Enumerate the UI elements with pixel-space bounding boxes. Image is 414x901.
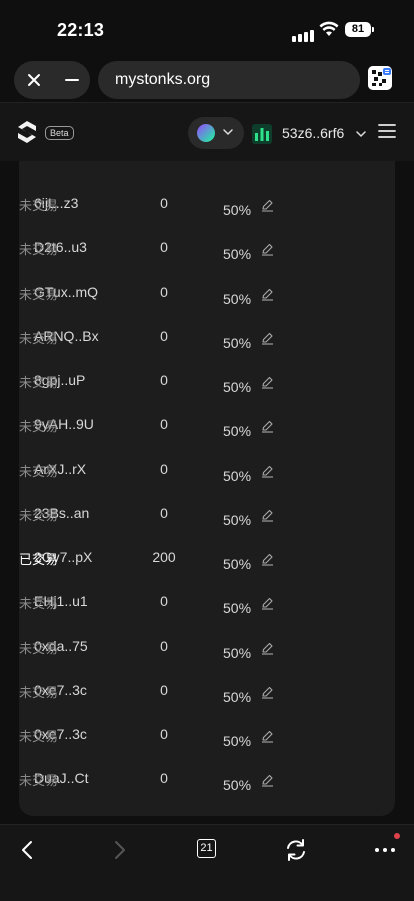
- refresh-icon[interactable]: [283, 837, 309, 863]
- table-row: GTux..mQ 0 50% 未交易: [19, 284, 395, 328]
- browser-toolbar: 21: [0, 824, 414, 901]
- trader-list-card: 6ijL..z3 0 50% 未交易 D2t6..u3 0 50% 未交易 GTux..mQ 0 5…: [19, 161, 395, 816]
- tab-count-button[interactable]: 21: [197, 839, 216, 858]
- clock: 22:13: [57, 20, 105, 40]
- minimize-icon[interactable]: [62, 70, 82, 90]
- table-row: ARNQ..Bx 0 50% 未交易: [19, 328, 395, 372]
- table-row: 0xe7..3c 0 50% 未交易: [19, 682, 395, 726]
- wallet-address: 53z6..6rf6: [282, 125, 345, 141]
- tab-controls: [14, 61, 90, 99]
- table-row: 0xda..75 0 50% 未交易: [19, 638, 395, 682]
- table-row: 2Gv7..pX 200 50% 已交易: [19, 549, 395, 593]
- hamburger-menu-icon[interactable]: [378, 123, 396, 139]
- cellular-signal-icon: [292, 24, 316, 42]
- table-row: 6ijL..z3 0 50% 未交易: [19, 195, 395, 239]
- qr-scan-icon[interactable]: [368, 66, 392, 90]
- close-icon[interactable]: [24, 70, 44, 90]
- back-arrow-icon[interactable]: [15, 837, 41, 863]
- table-row: ArXJ..rX 0 50% 未交易: [19, 461, 395, 505]
- mystonks-logo[interactable]: [16, 120, 38, 144]
- browser-bar: mystonks.org: [0, 58, 414, 102]
- forward-arrow-icon[interactable]: [106, 837, 132, 863]
- table-row: 8gpj..uP 0 50% 未交易: [19, 372, 395, 416]
- beta-badge: Beta: [45, 126, 74, 140]
- solana-icon: [197, 124, 215, 142]
- url-text: mystonks.org: [115, 71, 211, 88]
- site-header: Beta 53z6..6rf6: [0, 102, 414, 161]
- table-row: D2t6..u3 0 50% 未交易: [19, 239, 395, 283]
- wallet-button[interactable]: 53z6..6rf6: [252, 117, 370, 149]
- address-bar[interactable]: mystonks.org: [98, 61, 360, 99]
- chevron-down-icon: [356, 131, 366, 138]
- battery-tip: [372, 27, 374, 32]
- table-row: 23Bs..an 0 50% 未交易: [19, 505, 395, 549]
- battery-icon: 81: [345, 22, 371, 37]
- more-options-icon[interactable]: [372, 837, 398, 863]
- table-row: EHj1..u1 0 50% 未交易: [19, 593, 395, 637]
- chain-selector[interactable]: [188, 117, 244, 149]
- wallet-chart-icon: [252, 124, 272, 144]
- notification-dot: [394, 833, 400, 839]
- wifi-icon: [319, 21, 339, 36]
- chevron-down-icon: [223, 129, 233, 136]
- table-row: DuaJ..Ct 0 50% 未交易: [19, 770, 395, 814]
- table-row: 0xe7..3c 0 50% 未交易: [19, 726, 395, 770]
- trade-status: 未交易: [19, 773, 59, 789]
- status-bar: 22:13 81: [0, 0, 414, 58]
- table-row: 9yAH..9U 0 50% 未交易: [19, 416, 395, 460]
